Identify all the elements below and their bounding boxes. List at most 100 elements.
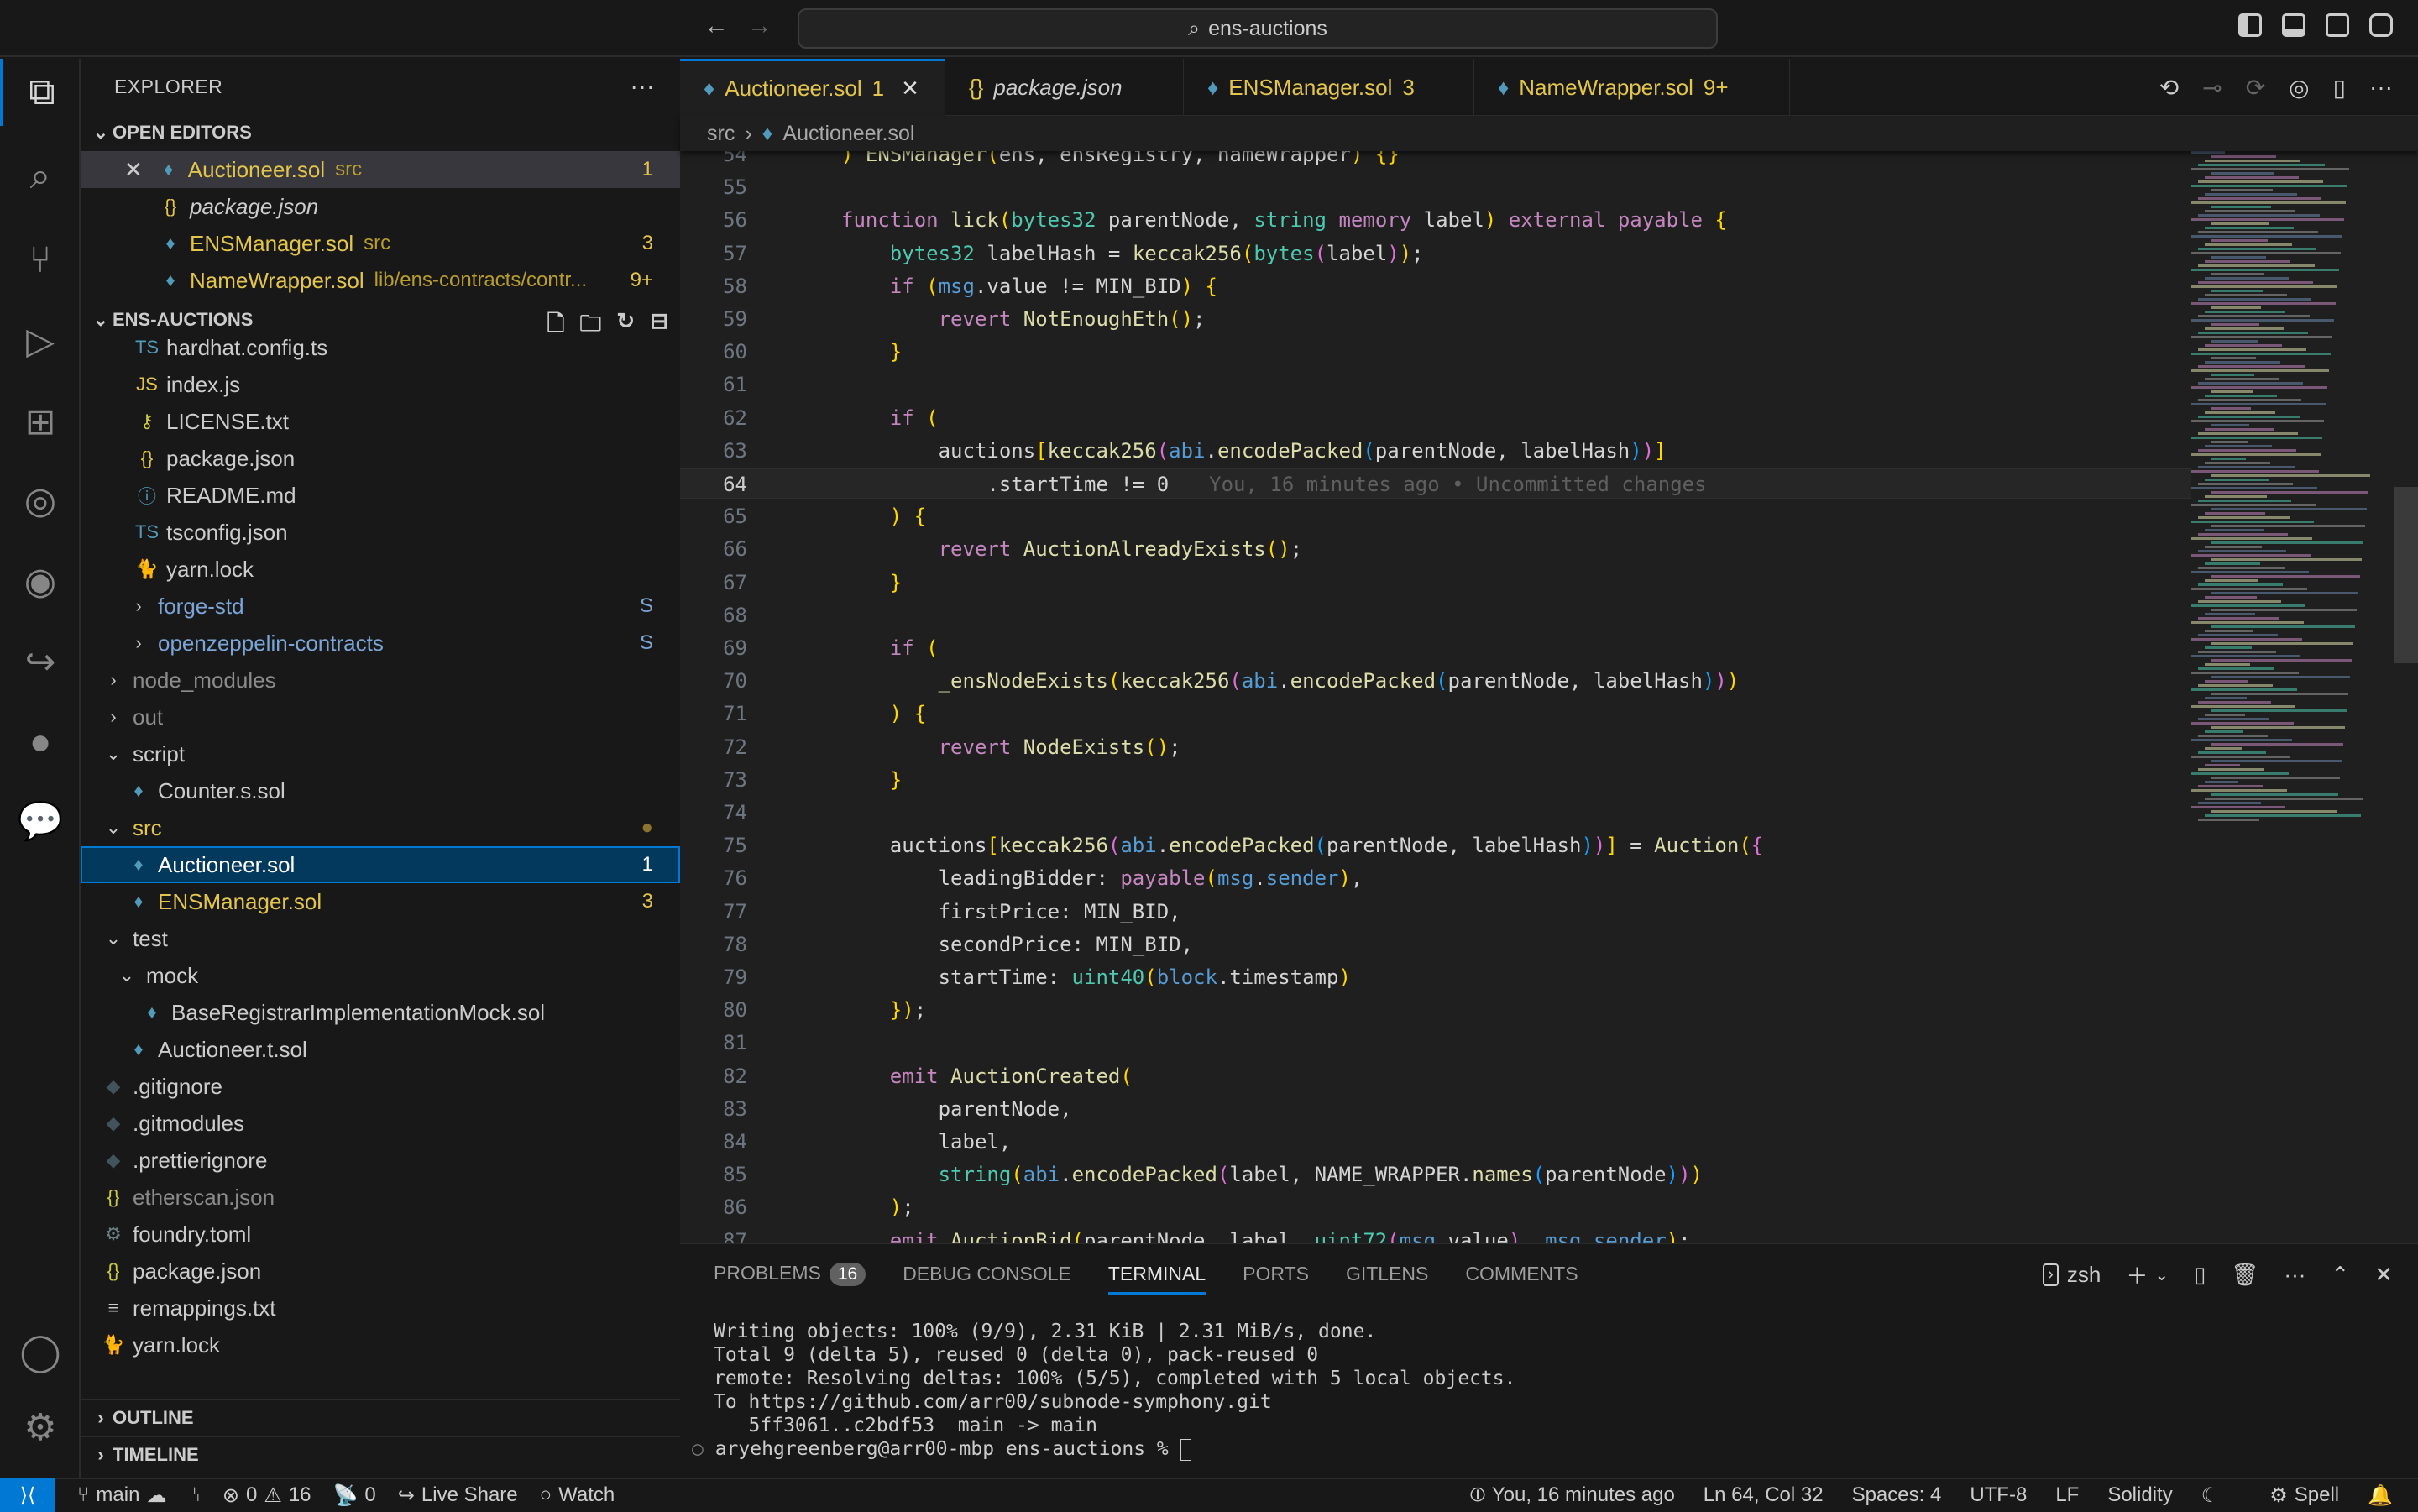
tab-ensmanager[interactable]: ♦ ENSManager.sol 3 [1184, 59, 1474, 116]
tree-folder[interactable]: › out [81, 698, 680, 735]
panel-tab-debug-console[interactable]: DEBUG CONSOLE [903, 1263, 1071, 1285]
code-line[interactable]: 80 }); [680, 995, 2191, 1025]
open-editors-header[interactable]: ⌄ OPEN EDITORS [81, 114, 680, 151]
code-line[interactable]: 57 bytes32 labelHash = keccak256(bytes(l… [680, 238, 2191, 269]
tree-file[interactable]: {} package.json [81, 1253, 680, 1290]
code-line[interactable]: 68 [680, 600, 2191, 630]
tree-folder[interactable]: ⌄ mock [81, 957, 680, 994]
remote-indicator-icon[interactable]: ⟩⟨ [0, 1478, 55, 1512]
close-panel-icon[interactable]: ✕ [2374, 1262, 2393, 1288]
code-line[interactable]: 86 ); [680, 1192, 2191, 1222]
tree-file[interactable]: JS index.js [81, 366, 680, 403]
settings-gear-icon[interactable]: ⚙ [0, 1394, 81, 1461]
indentation[interactable]: Spaces: 4 [1852, 1483, 1942, 1507]
terminal-output[interactable]: Writing objects: 100% (9/9), 2.31 KiB | … [680, 1303, 2418, 1461]
code-line[interactable]: 78 secondPrice: MIN_BID, [680, 929, 2191, 960]
tab-auctioneer[interactable]: ♦ Auctioneer.sol 1 ✕ [680, 59, 945, 116]
explorer-icon[interactable]: ⧉ [0, 59, 81, 126]
outline-header[interactable]: › OUTLINE [81, 1399, 680, 1436]
code-line[interactable]: 65 ) { [680, 501, 2191, 531]
code-line[interactable]: 55 [680, 172, 2191, 202]
code-line[interactable]: 70 _ensNodeExists(keccak256(abi.encodePa… [680, 666, 2191, 696]
code-line[interactable]: 64 .startTime != 0 You, 16 minutes ago • … [680, 468, 2191, 499]
code-line[interactable]: 54) ENSManager(ens, ensRegistry, nameWra… [680, 151, 2191, 170]
maximize-panel-icon[interactable]: ⌃ [2331, 1262, 2349, 1288]
open-editor-item[interactable]: {} package.json [81, 188, 680, 225]
gitlens-previous-revision-icon[interactable]: ⟲ [2159, 74, 2179, 102]
code-line[interactable]: 75 auctions[keccak256(abi.encodePacked(p… [680, 830, 2191, 861]
timeline-header[interactable]: › TIMELINE [81, 1436, 680, 1473]
tree-file[interactable]: ≡ remappings.txt [81, 1290, 680, 1326]
panel-tab-terminal[interactable]: TERMINAL [1107, 1263, 1206, 1295]
tree-file[interactable]: ⓘ README.md [81, 477, 680, 514]
tree-file[interactable]: 🐈 yarn.lock [81, 551, 680, 588]
code-line[interactable]: 72 revert NodeExists(); [680, 732, 2191, 762]
problems-status[interactable]: ⊗ 0 ⚠ 16 [222, 1483, 311, 1508]
open-changes-icon[interactable]: ◎ [2289, 74, 2309, 102]
customize-layout-icon[interactable] [2369, 13, 2393, 37]
tab-namewrapper[interactable]: ♦ NameWrapper.sol 9+ [1474, 59, 1790, 116]
close-icon[interactable]: ✕ [124, 157, 143, 183]
split-terminal-icon[interactable]: ▯ [2194, 1262, 2206, 1288]
toggle-panel-icon[interactable] [2282, 13, 2305, 37]
tree-file[interactable]: 🐈 yarn.lock [81, 1326, 680, 1363]
code-line[interactable]: 82 emit AuctionCreated( [680, 1061, 2191, 1091]
breadcrumb-folder[interactable]: src [707, 122, 735, 146]
git-graph-status[interactable]: ⑃ [188, 1483, 200, 1507]
back-button[interactable]: ← [704, 12, 729, 40]
live-share-icon[interactable]: ↪ [0, 628, 81, 695]
tree-file[interactable]: ♦ Auctioneer.t.sol [81, 1031, 680, 1068]
tree-folder[interactable]: ⌄ src ● [81, 809, 680, 846]
more-actions-icon[interactable]: ··· [2284, 1262, 2305, 1288]
code-line[interactable]: 71 ) { [680, 698, 2191, 729]
code-line[interactable]: 66 revert AuctionAlreadyExists(); [680, 534, 2191, 564]
live-share-status[interactable]: ↪ Live Share [398, 1483, 518, 1508]
code-line[interactable]: 84 label, [680, 1127, 2191, 1157]
code-line[interactable]: 79 startTime: uint40(block.timestamp) [680, 962, 2191, 992]
more-actions-icon[interactable]: ··· [631, 73, 655, 100]
tree-file[interactable]: ⚙ foundry.toml [81, 1216, 680, 1253]
editor-scrollbar[interactable] [2394, 143, 2418, 1243]
code-line[interactable]: 67 } [680, 568, 2191, 598]
end-of-line[interactable]: LF [2055, 1483, 2079, 1507]
github-icon[interactable]: ● [0, 709, 81, 776]
accounts-icon[interactable]: ◯ [0, 1318, 81, 1385]
git-blame-status[interactable]: ⦶ You, 16 minutes ago [1470, 1483, 1674, 1507]
gitlens-next-revision-icon[interactable]: ⟳ [2246, 74, 2265, 102]
kill-terminal-icon[interactable]: 🗑 [2231, 1262, 2258, 1288]
comments-icon[interactable]: 💬 [0, 787, 81, 855]
tree-folder[interactable]: ⌄ test [81, 920, 680, 957]
encoding[interactable]: UTF-8 [1970, 1483, 2027, 1507]
code-line[interactable]: 63 auctions[keccak256(abi.encodePacked(p… [680, 436, 2191, 466]
tree-file[interactable]: ♦ Auctioneer.sol 1 [81, 846, 680, 883]
code-line[interactable]: 56 function lick(bytes32 parentNode, stri… [680, 205, 2191, 235]
tree-file[interactable]: {} package.json [81, 440, 680, 477]
tree-folder[interactable]: › node_modules [81, 662, 680, 698]
spell-status[interactable]: ⚙ Spell [2269, 1483, 2339, 1508]
open-editor-item[interactable]: ♦ NameWrapper.sol lib/ens-contracts/cont… [81, 262, 680, 299]
command-center-search[interactable]: ⌕ ens-auctions [798, 8, 1718, 49]
code-line[interactable]: 81 [680, 1028, 2191, 1058]
code-line[interactable]: 74 [680, 798, 2191, 828]
code-line[interactable]: 61 [680, 369, 2191, 400]
terminal-prompt[interactable]: ○ aryehgreenberg@arr00-mbp ens-auctions … [692, 1437, 2418, 1461]
tree-file[interactable]: ◆ .gitmodules [81, 1105, 680, 1142]
code-line[interactable]: 83 parentNode, [680, 1094, 2191, 1124]
scrollbar-thumb[interactable] [2394, 487, 2418, 663]
code-line[interactable]: 85 string(abi.encodePacked(label, NAME_W… [680, 1159, 2191, 1190]
code-line[interactable]: 59 revert NotEnoughEth(); [680, 304, 2191, 334]
tree-file[interactable]: ⚷ LICENSE.txt [81, 403, 680, 440]
tree-file[interactable]: ♦ ENSManager.sol 3 [81, 883, 680, 920]
open-editor-item[interactable]: ✕ ♦ Auctioneer.sol src 1 [81, 151, 680, 188]
tree-folder[interactable]: › forge-std S [81, 588, 680, 625]
code-line[interactable]: 60 } [680, 337, 2191, 367]
close-tab-icon[interactable]: ✕ [901, 76, 919, 102]
code-line[interactable]: 69 if ( [680, 633, 2191, 663]
tree-file[interactable]: TS tsconfig.json [81, 514, 680, 551]
toggle-secondary-sidebar-icon[interactable] [2326, 13, 2349, 37]
run-debug-icon[interactable]: ▷ [0, 307, 81, 374]
branch-status[interactable]: ⑂ main ☁ [77, 1483, 166, 1508]
gitlens-revision-icon[interactable]: ⊸ [2202, 74, 2222, 102]
tree-file[interactable]: TS hardhat.config.ts [81, 329, 680, 366]
breadcrumb-file[interactable]: Auctioneer.sol [782, 122, 914, 146]
